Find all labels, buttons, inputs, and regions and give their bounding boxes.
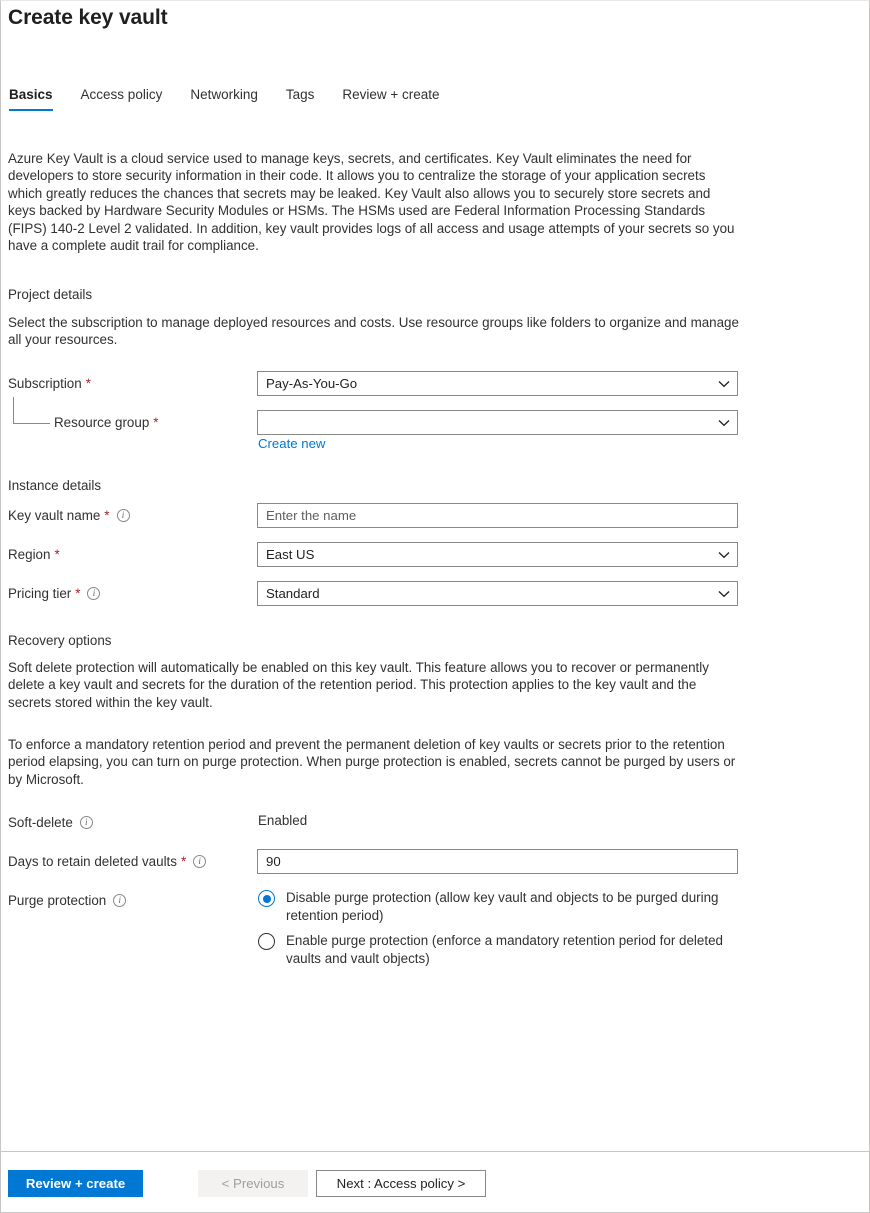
key-vault-name-label: Key vault name * i (8, 508, 130, 523)
previous-button: < Previous (198, 1170, 308, 1197)
resource-group-tree-connector (13, 397, 50, 424)
soft-delete-label-text: Soft-delete (8, 815, 73, 830)
pricing-tier-label: Pricing tier * i (8, 586, 100, 601)
instance-details-heading: Instance details (8, 478, 101, 493)
resource-group-label: Resource group * (54, 415, 159, 430)
info-icon[interactable]: i (80, 816, 93, 829)
radio-unselected-icon (258, 933, 275, 950)
subscription-dropdown[interactable]: Pay-As-You-Go (257, 371, 738, 396)
footer-bar: Review + create < Previous Next : Access… (1, 1152, 869, 1212)
resource-group-dropdown[interactable] (257, 410, 738, 435)
info-icon[interactable]: i (117, 509, 130, 522)
resource-group-required-asterisk: * (153, 416, 158, 429)
resource-group-label-text: Resource group (54, 415, 149, 430)
days-to-retain-field[interactable]: 90 (257, 849, 738, 874)
radio-enable-purge-protection[interactable]: Enable purge protection (enforce a manda… (258, 932, 726, 967)
info-icon[interactable]: i (87, 587, 100, 600)
tab-tags[interactable]: Tags (286, 87, 315, 111)
chevron-down-icon (711, 372, 737, 395)
region-required-asterisk: * (54, 548, 59, 561)
subscription-required-asterisk: * (86, 377, 91, 390)
days-to-retain-value: 90 (258, 854, 737, 869)
pricing-tier-label-text: Pricing tier (8, 586, 71, 601)
region-label-text: Region (8, 547, 50, 562)
project-details-heading: Project details (8, 287, 92, 302)
create-new-resource-group-link[interactable]: Create new (258, 436, 325, 451)
key-vault-name-label-text: Key vault name (8, 508, 100, 523)
radio-disable-purge-protection[interactable]: Disable purge protection (allow key vaul… (258, 889, 726, 924)
region-dropdown[interactable]: East US (257, 542, 738, 567)
key-vault-name-placeholder: Enter the name (258, 508, 737, 523)
tab-basics[interactable]: Basics (9, 87, 53, 111)
purge-protection-label-text: Purge protection (8, 893, 106, 908)
key-vault-name-required-asterisk: * (104, 509, 109, 522)
region-value: East US (258, 547, 711, 562)
tab-access-policy[interactable]: Access policy (81, 87, 163, 111)
recovery-options-heading: Recovery options (8, 633, 111, 648)
tab-review-create[interactable]: Review + create (342, 87, 439, 111)
pricing-tier-dropdown[interactable]: Standard (257, 581, 738, 606)
info-icon[interactable]: i (113, 894, 126, 907)
subscription-label-text: Subscription (8, 376, 82, 391)
radio-enable-purge-protection-label: Enable purge protection (enforce a manda… (286, 932, 726, 967)
subscription-value: Pay-As-You-Go (258, 376, 711, 391)
page-title: Create key vault (8, 6, 168, 30)
project-details-description: Select the subscription to manage deploy… (8, 314, 741, 349)
soft-delete-label: Soft-delete i (8, 815, 93, 830)
region-label: Region * (8, 547, 60, 562)
days-to-retain-label-text: Days to retain deleted vaults (8, 854, 177, 869)
key-vault-name-field[interactable]: Enter the name (257, 503, 738, 528)
subscription-label: Subscription * (8, 376, 91, 391)
tab-bar: Basics Access policy Networking Tags Rev… (9, 87, 468, 111)
days-to-retain-label: Days to retain deleted vaults * i (8, 854, 206, 869)
chevron-down-icon (711, 543, 737, 566)
radio-selected-icon (258, 890, 275, 907)
pricing-tier-required-asterisk: * (75, 587, 80, 600)
chevron-down-icon (711, 582, 737, 605)
intro-description: Azure Key Vault is a cloud service used … (8, 150, 741, 254)
recovery-options-paragraph-1: Soft delete protection will automaticall… (8, 659, 741, 711)
recovery-options-paragraph-2: To enforce a mandatory retention period … (8, 736, 741, 788)
tab-networking[interactable]: Networking (190, 87, 258, 111)
purge-protection-label: Purge protection i (8, 893, 126, 908)
next-access-policy-button[interactable]: Next : Access policy > (316, 1170, 486, 1197)
chevron-down-icon (711, 411, 737, 434)
info-icon[interactable]: i (193, 855, 206, 868)
review-create-button[interactable]: Review + create (8, 1170, 143, 1197)
pricing-tier-value: Standard (258, 586, 711, 601)
create-key-vault-page: Create key vault Basics Access policy Ne… (0, 0, 870, 1213)
radio-disable-purge-protection-label: Disable purge protection (allow key vaul… (286, 889, 726, 924)
soft-delete-value: Enabled (258, 813, 307, 828)
days-to-retain-required-asterisk: * (181, 855, 186, 868)
